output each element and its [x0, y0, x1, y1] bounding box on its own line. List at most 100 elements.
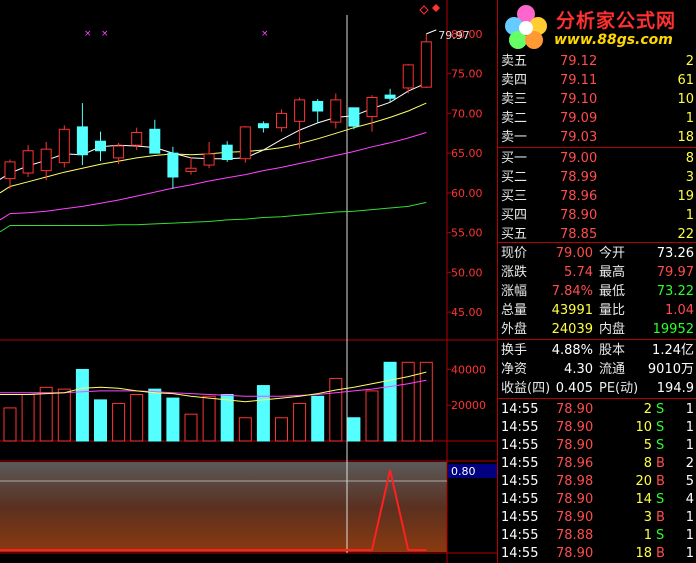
order-book-volume: 19 — [677, 189, 694, 204]
order-book-price: 79.03 — [560, 130, 598, 145]
order-book-row: 买四 78.90 1 — [498, 206, 696, 225]
price-tick-label: 45.00 — [451, 306, 483, 319]
fundamentals-label: 流通 — [599, 362, 626, 377]
quote-value: 7.84% — [551, 284, 593, 299]
fundamentals-label: 净资 — [501, 362, 528, 377]
price-tick-label: 70.00 — [451, 107, 483, 120]
logo-title: 分析家公式网 — [556, 10, 677, 32]
quote-label: 涨跌 — [501, 265, 528, 280]
tick-count: 1 — [685, 402, 694, 417]
indicator-value-label: 0.80 — [451, 465, 476, 478]
tick-row[interactable]: 14:55 78.90 18 B 1 — [498, 544, 696, 563]
order-book-price: 78.96 — [560, 189, 598, 204]
candle-up — [402, 64, 414, 89]
chart-axis-labels: 80.0075.0070.0065.0060.0055.0050.0045.00… — [84, 4, 497, 478]
order-book-volume: 3 — [685, 170, 694, 185]
quote-value: 73.26 — [656, 246, 694, 261]
tick-count: 1 — [685, 438, 694, 453]
section-divider — [498, 242, 696, 243]
volume-bars — [0, 361, 433, 442]
volume-bar — [293, 402, 307, 442]
order-book-label: 买三 — [501, 189, 528, 204]
flower-logo-icon — [505, 5, 547, 49]
tick-price: 78.98 — [556, 474, 594, 489]
tick-time: 14:55 — [501, 546, 539, 561]
tick-row[interactable]: 14:55 78.96 8 B 2 — [498, 454, 696, 473]
ma60-line — [0, 201, 427, 233]
tick-count: 1 — [685, 546, 694, 561]
tick-row[interactable]: 14:55 78.90 2 S 1 — [498, 400, 696, 419]
volume-tick-label: 40000 — [451, 363, 486, 376]
fundamentals-value: 194.9 — [656, 381, 694, 396]
tick-row[interactable]: 14:55 78.90 5 S 1 — [498, 436, 696, 455]
order-book-label: 买一 — [501, 151, 528, 166]
tick-price: 78.90 — [556, 420, 594, 435]
candlestick-series[interactable] — [4, 33, 432, 189]
section-divider-3 — [498, 398, 696, 399]
fundamentals-row: 收益(四) 0.405 PE(动) 194.9 — [498, 379, 696, 398]
tick-volume: 14 — [635, 492, 652, 507]
fundamentals-value: 4.30 — [564, 362, 593, 377]
tick-row[interactable]: 14:55 78.90 14 S 4 — [498, 490, 696, 509]
candle-down — [95, 140, 106, 152]
tick-list[interactable]: 14:55 78.90 2 S 1 14:55 78.90 10 S 1 14:55 78.90 5 S 1… — [498, 400, 696, 563]
order-book-price: 78.99 — [560, 170, 598, 185]
quote-label: 现价 — [501, 246, 528, 261]
tick-count: 1 — [685, 528, 694, 543]
candle-up — [294, 99, 306, 122]
tick-volume: 1 — [643, 528, 652, 543]
tick-row[interactable]: 14:55 78.90 3 B 1 — [498, 508, 696, 527]
tick-side: S — [656, 438, 665, 453]
price-tick-label: 75.00 — [451, 68, 483, 81]
candle-down — [312, 100, 324, 112]
candle-up — [366, 96, 378, 118]
order-book-volume: 1 — [685, 208, 694, 223]
volume-bar — [39, 386, 53, 442]
candle-down — [149, 128, 161, 154]
order-book-row: 买二 78.99 3 — [498, 168, 696, 187]
order-book-label: 卖五 — [501, 54, 528, 69]
fundamentals-value: 1.24亿 — [652, 343, 694, 358]
tick-volume: 5 — [643, 438, 652, 453]
candle-up — [330, 99, 342, 123]
quote-row: 涨幅 7.84% 最低 73.22 — [498, 282, 696, 301]
tick-volume: 3 — [643, 510, 652, 525]
tick-time: 14:55 — [501, 420, 539, 435]
tick-row[interactable]: 14:55 78.88 1 S 1 — [498, 526, 696, 545]
tick-time: 14:55 — [501, 438, 539, 453]
order-book-volume: 1 — [685, 111, 694, 126]
order-book-price: 78.90 — [560, 208, 598, 223]
order-book-label: 卖四 — [501, 73, 528, 88]
quote-label: 外盘 — [501, 322, 528, 337]
order-book-volume: 8 — [685, 151, 694, 166]
tick-volume: 8 — [643, 456, 652, 471]
tick-row[interactable]: 14:55 78.90 10 S 1 — [498, 418, 696, 437]
order-book-label: 买二 — [501, 170, 528, 185]
volume-bar — [329, 377, 343, 442]
tick-count: 1 — [685, 510, 694, 525]
order-book-row: 卖五 79.12 2 — [498, 52, 696, 71]
quote-row: 涨跌 5.74 最高 79.97 — [498, 263, 696, 282]
quote-label: 总量 — [501, 303, 528, 318]
order-book-volume: 10 — [677, 92, 694, 107]
tick-time: 14:55 — [501, 456, 539, 471]
order-book-label: 卖二 — [501, 111, 528, 126]
volume-bar — [57, 388, 71, 442]
tick-side: B — [656, 546, 665, 561]
order-book-price: 79.12 — [560, 54, 598, 69]
candle-up — [22, 150, 34, 174]
tick-price: 78.90 — [556, 510, 594, 525]
order-book-price: 79.00 — [560, 151, 598, 166]
kline-chart-area[interactable]: 80.0075.0070.0065.0060.0055.0050.0045.00… — [0, 0, 497, 563]
quote-row: 现价 79.00 今开 73.26 — [498, 244, 696, 263]
tick-row[interactable]: 14:55 78.98 20 B 5 — [498, 472, 696, 491]
volume-bar — [347, 417, 361, 442]
quote-value: 19952 — [652, 322, 694, 337]
tick-time: 14:55 — [501, 528, 539, 543]
quote-summary: 现价 79.00 今开 73.26 涨跌 5.74 最高 79.97 涨幅 7.84% 最低 73.2… — [498, 244, 696, 339]
price-tick-label: 60.00 — [451, 187, 483, 200]
signal-x-icon: × — [261, 29, 269, 39]
tick-side: B — [656, 510, 665, 525]
tick-count: 2 — [685, 456, 694, 471]
volume-bar — [383, 361, 397, 442]
